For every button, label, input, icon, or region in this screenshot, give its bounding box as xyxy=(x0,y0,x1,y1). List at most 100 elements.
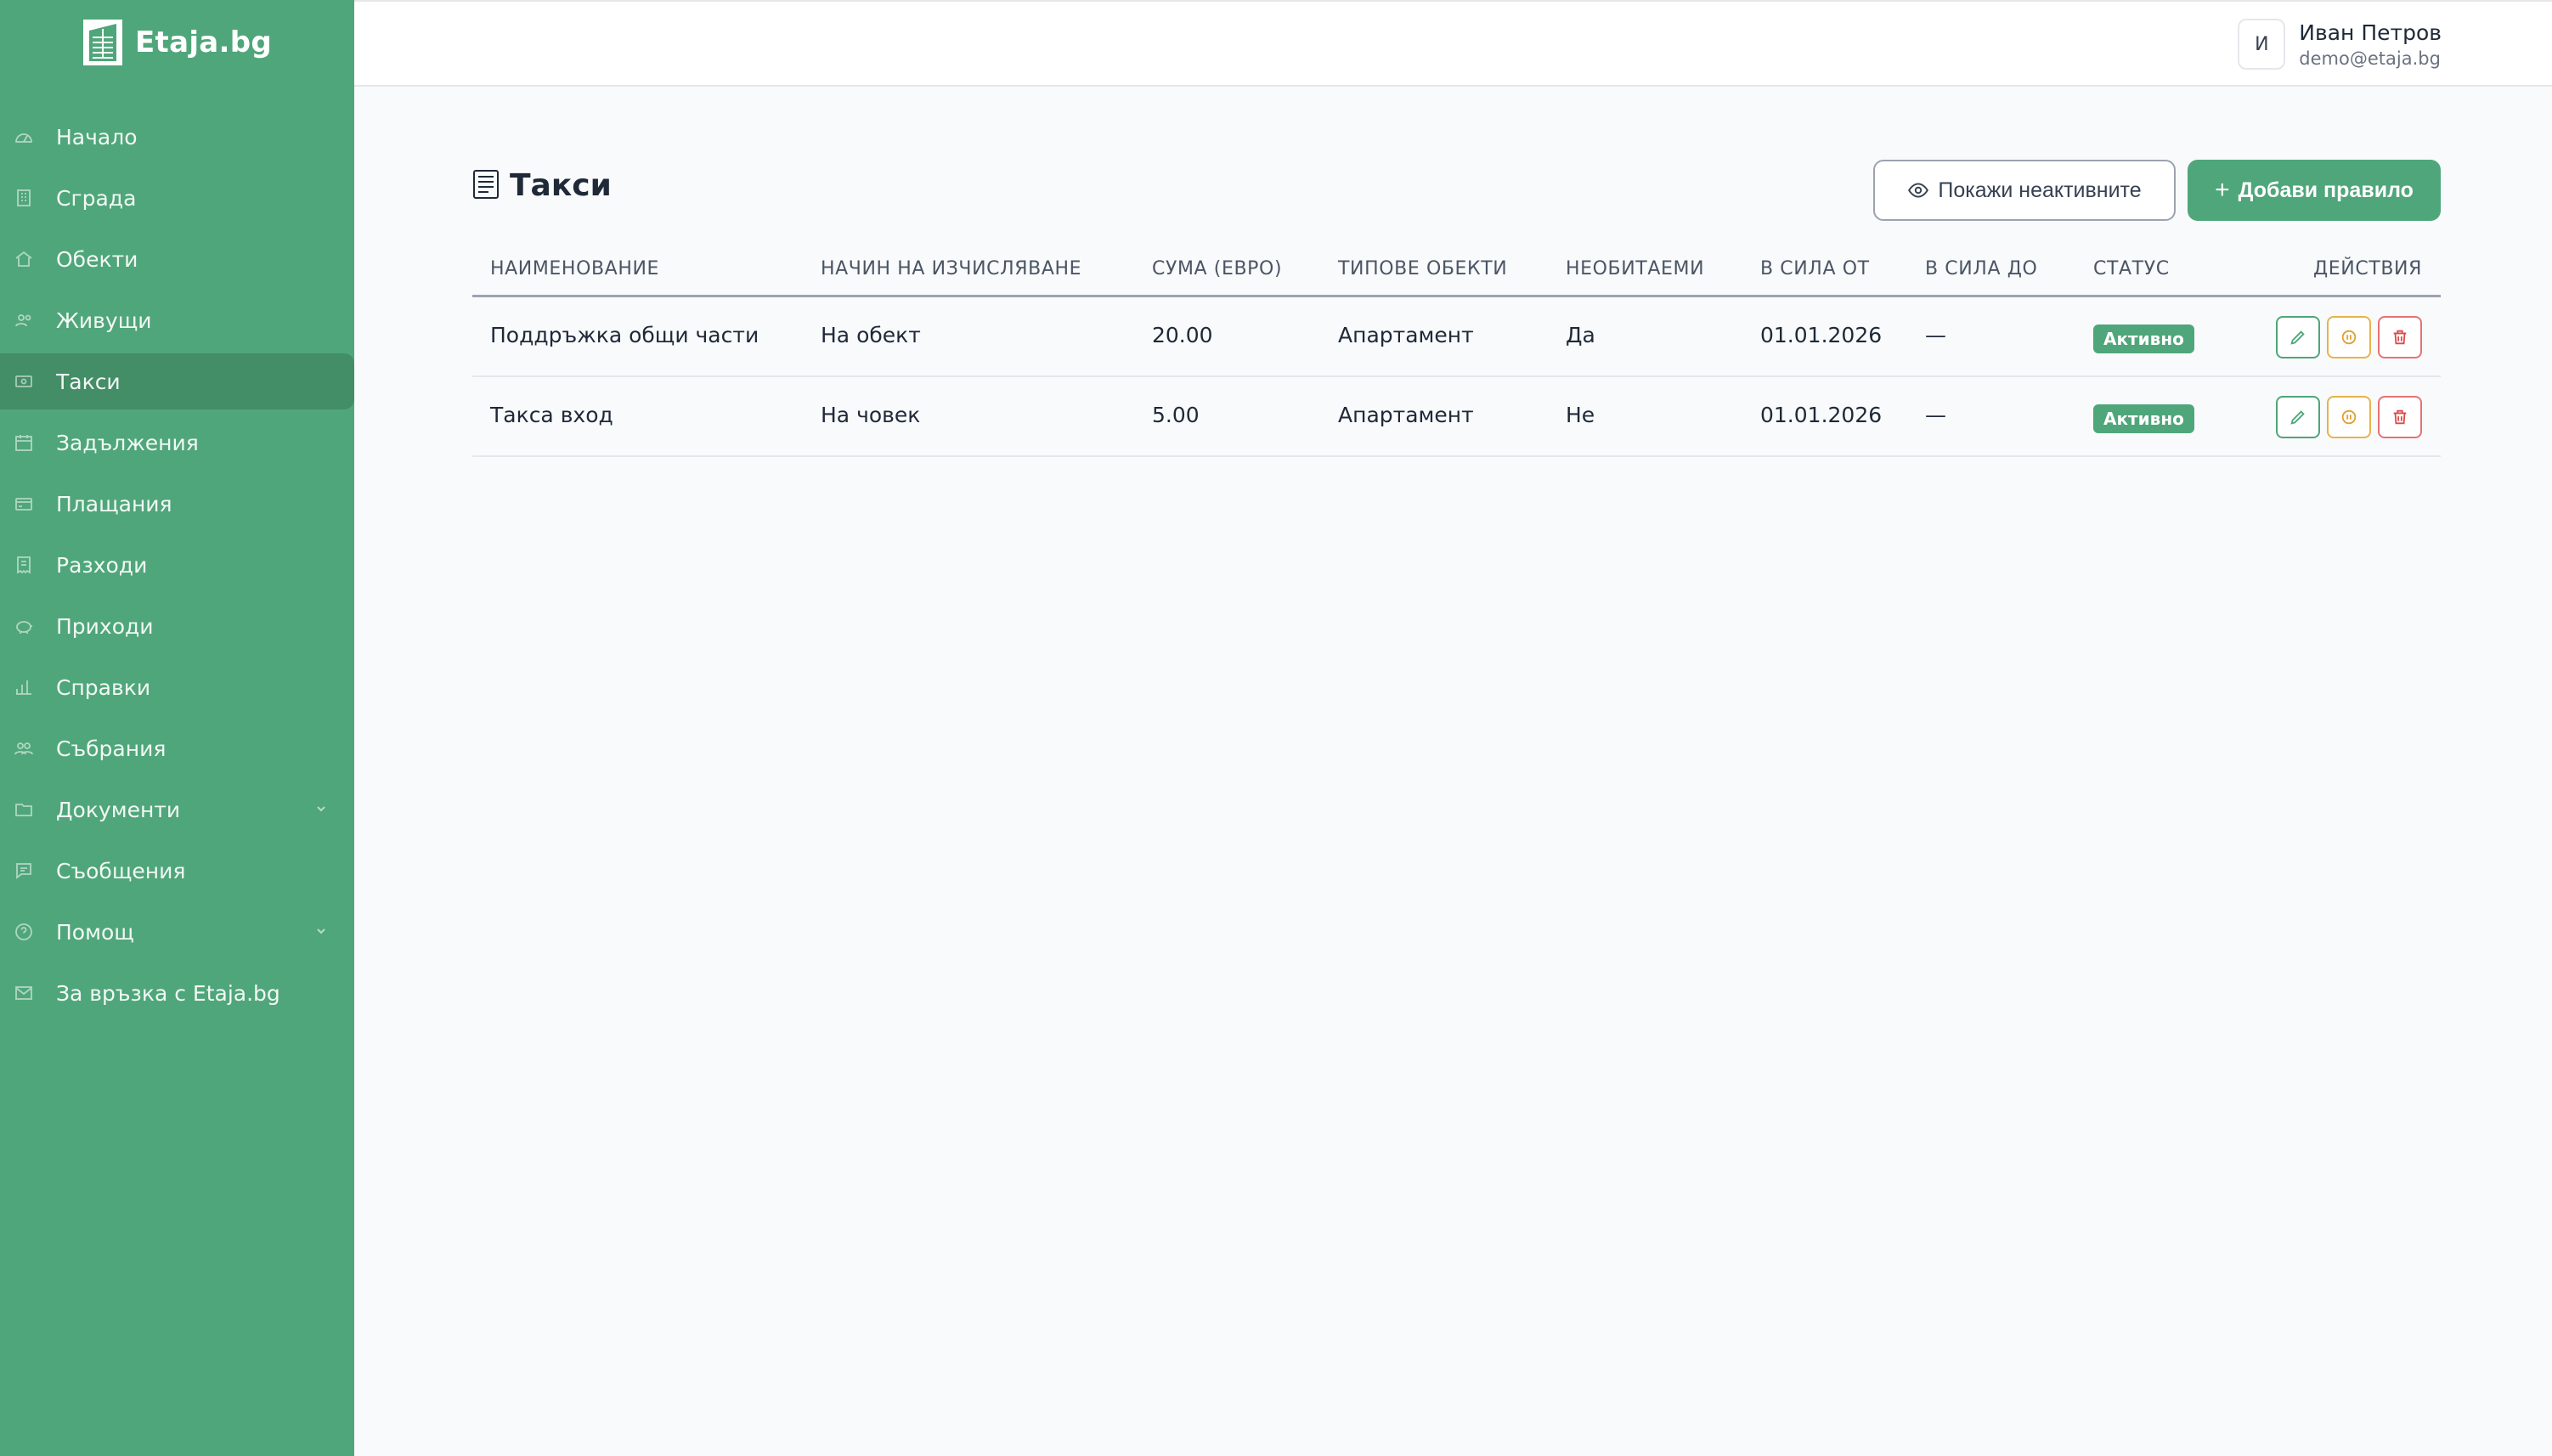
brand-name: Etaja.bg xyxy=(135,25,273,59)
user-info: Иван Петров demo@etaja.bg xyxy=(2299,20,2442,69)
page-header: Такси xyxy=(472,168,612,203)
sidebar-item-label: Приходи xyxy=(56,613,154,639)
message-icon xyxy=(12,859,36,883)
cell-uninhabited: Не xyxy=(1566,403,1595,427)
sidebar-item-label: Плащания xyxy=(56,491,172,516)
table-row: Такса вход На човек 5.00 Апартамент Не 0… xyxy=(472,377,2441,457)
column-header-method[interactable]: Начин на изчисляване xyxy=(821,258,1081,279)
column-header-unit-types[interactable]: Типове обекти xyxy=(1338,258,1507,279)
column-header-actions: Действия xyxy=(2313,258,2422,279)
sidebar-item-label: Живущи xyxy=(56,308,152,333)
sidebar-item-help[interactable]: Помощ xyxy=(0,904,354,960)
brand[interactable]: Etaja.bg xyxy=(82,19,272,66)
cell-uninhabited: Да xyxy=(1566,323,1595,347)
column-header-amount[interactable]: Сума (евро) xyxy=(1152,258,1282,279)
calendar-icon xyxy=(12,431,36,454)
column-header-valid-from[interactable]: В сила от xyxy=(1760,258,1870,279)
building-icon xyxy=(12,186,36,210)
sidebar-item-label: Справки xyxy=(56,674,151,700)
status-badge: Активно xyxy=(2093,324,2194,353)
cell-method: На човек xyxy=(821,403,921,427)
sidebar-item-building[interactable]: Сграда xyxy=(0,170,354,226)
cell-unit-types: Апартамент xyxy=(1338,323,1474,347)
cell-valid-to: — xyxy=(1925,323,1946,347)
edit-button[interactable] xyxy=(2276,396,2320,438)
sidebar-item-label: Помощ xyxy=(56,919,134,945)
cell-valid-from: 01.01.2026 xyxy=(1760,403,1883,427)
cell-valid-from: 01.01.2026 xyxy=(1760,323,1883,347)
user-name: Иван Петров xyxy=(2299,20,2442,45)
sidebar-item-label: Обекти xyxy=(56,246,138,272)
delete-button[interactable] xyxy=(2378,396,2422,438)
help-icon xyxy=(12,920,36,944)
sidebar-item-income[interactable]: Приходи xyxy=(0,598,354,654)
sidebar-item-label: За връзка с Etaja.bg xyxy=(56,980,280,1006)
column-header-status[interactable]: Статус xyxy=(2093,258,2170,279)
cell-amount: 5.00 xyxy=(1152,403,1200,427)
pause-button[interactable] xyxy=(2327,316,2371,358)
sidebar-item-label: Начало xyxy=(56,124,138,150)
user-email: demo@etaja.bg xyxy=(2299,48,2441,69)
cell-name: Поддръжка общи части xyxy=(490,323,759,347)
avatar[interactable]: И xyxy=(2238,19,2286,70)
show-inactive-button[interactable]: Покажи неактивните xyxy=(1873,160,2176,221)
pause-icon xyxy=(2341,409,2357,425)
dashboard-icon xyxy=(12,125,36,149)
table-header: Наименование Начин на изчисляване Сума (… xyxy=(472,243,2441,297)
sidebar-item-label: Задължения xyxy=(56,430,199,455)
document-list-icon xyxy=(472,169,500,203)
piggy-bank-icon xyxy=(12,614,36,638)
user-menu[interactable]: И Иван Петров demo@etaja.bg xyxy=(2238,19,2442,70)
mail-icon xyxy=(12,981,36,1005)
sidebar-item-label: Съобщения xyxy=(56,858,186,883)
pause-icon xyxy=(2341,330,2357,345)
fees-icon xyxy=(12,370,36,393)
sidebar-item-messages[interactable]: Съобщения xyxy=(0,843,354,899)
receipt-icon xyxy=(12,553,36,577)
sidebar-item-obligations[interactable]: Задължения xyxy=(0,415,354,471)
delete-button[interactable] xyxy=(2378,316,2422,358)
table-row: Поддръжка общи части На обект 20.00 Апар… xyxy=(472,297,2441,377)
column-header-name[interactable]: Наименование xyxy=(490,258,659,279)
plus-icon: + xyxy=(2215,176,2230,204)
column-header-valid-to[interactable]: В сила до xyxy=(1925,258,2037,279)
sidebar-item-units[interactable]: Обекти xyxy=(0,231,354,287)
sidebar-item-label: Сграда xyxy=(56,185,137,211)
chevron-down-icon[interactable] xyxy=(313,923,329,939)
cell-amount: 20.00 xyxy=(1152,323,1213,347)
bar-chart-icon xyxy=(12,675,36,699)
status-badge: Активно xyxy=(2093,404,2194,433)
sidebar-item-label: Събрания xyxy=(56,736,167,761)
row-actions xyxy=(2276,316,2422,358)
eye-icon xyxy=(1908,183,1929,198)
sidebar-item-payments[interactable]: Плащания xyxy=(0,476,354,532)
sidebar-item-contact[interactable]: За връзка с Etaja.bg xyxy=(0,965,354,1021)
chevron-down-icon[interactable] xyxy=(313,801,329,816)
sidebar-nav: Начало Сграда Обекти Живущи Такси Задълж… xyxy=(0,109,354,1026)
trash-icon xyxy=(2393,330,2407,345)
sidebar-item-documents[interactable]: Документи xyxy=(0,782,354,838)
cell-valid-to: — xyxy=(1925,403,1946,427)
edit-button[interactable] xyxy=(2276,316,2320,358)
sidebar-item-residents[interactable]: Живущи xyxy=(0,292,354,348)
pencil-icon xyxy=(2290,410,2305,425)
sidebar-item-expenses[interactable]: Разходи xyxy=(0,537,354,593)
add-rule-label: Добави правило xyxy=(2238,178,2414,202)
folder-icon xyxy=(12,798,36,821)
sidebar-item-home[interactable]: Начало xyxy=(0,109,354,165)
sidebar-item-meetings[interactable]: Събрания xyxy=(0,720,354,776)
sidebar-item-label: Документи xyxy=(56,797,181,822)
topbar: И Иван Петров demo@etaja.bg xyxy=(354,0,2552,87)
pause-button[interactable] xyxy=(2327,396,2371,438)
add-rule-button[interactable]: + Добави правило xyxy=(2188,160,2441,221)
page-title: Такси xyxy=(510,168,612,203)
sidebar-item-label: Разходи xyxy=(56,552,148,578)
trash-icon xyxy=(2393,409,2407,425)
sidebar-item-reports[interactable]: Справки xyxy=(0,659,354,715)
cell-name: Такса вход xyxy=(490,403,613,427)
sidebar-item-fees[interactable]: Такси xyxy=(0,353,354,409)
column-header-uninhabited[interactable]: Необитаеми xyxy=(1566,258,1704,279)
fees-table: Наименование Начин на изчисляване Сума (… xyxy=(472,243,2441,457)
credit-card-icon xyxy=(12,492,36,516)
sidebar-item-label: Такси xyxy=(56,369,121,394)
